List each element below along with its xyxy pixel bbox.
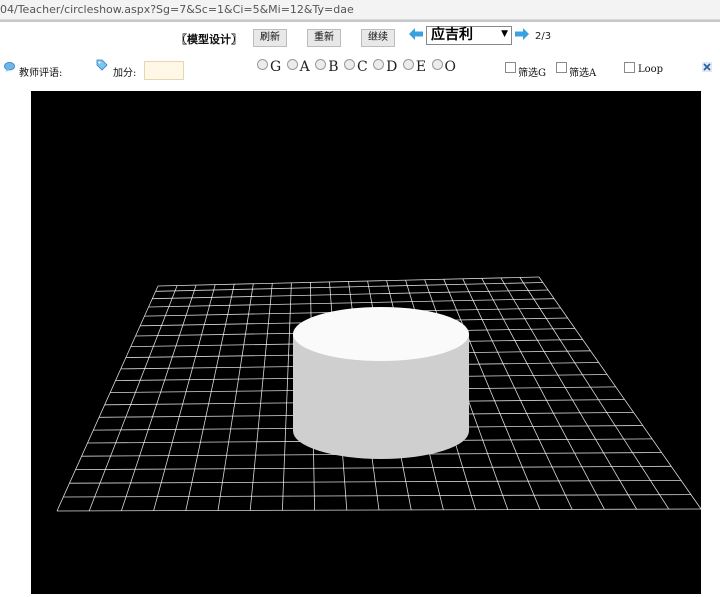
cylinder-top — [293, 307, 469, 361]
score-input[interactable] — [144, 61, 184, 80]
cylinder-model — [293, 307, 469, 459]
grade-radio-o[interactable] — [431, 59, 443, 70]
grade-label-o: O — [444, 59, 456, 75]
address-bar[interactable]: 04/Teacher/circleshow.aspx?Sg=7&Sc=1&Ci=… — [0, 0, 720, 20]
chevron-down-icon: ▼ — [501, 29, 508, 39]
header-divider — [0, 20, 720, 22]
continue-button[interactable]: 继续 — [361, 29, 395, 47]
filter-g-label: 筛选G — [518, 68, 546, 79]
grade-radio-group: G A B C D E O — [256, 59, 456, 75]
model-viewport[interactable] — [31, 91, 701, 594]
filter-g-checkbox[interactable] — [505, 62, 516, 73]
grade-label-c: C — [356, 59, 368, 75]
grade-radio-a[interactable] — [286, 59, 298, 70]
score-label: 加分: — [113, 68, 137, 79]
student-select-value: 应吉利 — [431, 27, 473, 43]
grade-label-e: E — [415, 59, 427, 75]
grade-radio-e[interactable] — [402, 59, 414, 70]
grade-label-a: A — [299, 59, 310, 75]
scene-canvas — [56, 276, 701, 512]
left-arrow-icon[interactable] — [409, 28, 423, 40]
tag-icon — [96, 59, 108, 71]
close-icon[interactable] — [702, 62, 712, 72]
loop-checkbox[interactable] — [624, 62, 635, 73]
address-url: 04/Teacher/circleshow.aspx?Sg=7&Sc=1&Ci=… — [0, 3, 354, 16]
grade-label-d: D — [386, 59, 398, 75]
filter-a-checkbox[interactable] — [556, 62, 567, 73]
teacher-comment-label: 教师评语: — [19, 68, 63, 79]
grade-label-b: B — [328, 59, 339, 75]
page-title: 〖模型设计〗 — [176, 33, 242, 46]
grade-radio-c[interactable] — [343, 59, 355, 70]
loop-label: Loop — [638, 64, 664, 75]
refresh-button[interactable]: 刷新 — [253, 29, 287, 47]
right-arrow-icon[interactable] — [515, 28, 529, 40]
student-select[interactable]: 应吉利 ▼ — [426, 26, 512, 45]
grade-radio-g[interactable] — [257, 59, 268, 70]
grade-label-g: G — [270, 59, 282, 75]
filter-a-label: 筛选A — [569, 68, 597, 79]
grade-radio-d[interactable] — [373, 59, 385, 70]
grade-radio-b[interactable] — [315, 59, 327, 70]
page-indicator: 2/3 — [535, 31, 552, 42]
restart-button[interactable]: 重新 — [307, 29, 341, 47]
speech-bubble-icon — [4, 62, 15, 72]
